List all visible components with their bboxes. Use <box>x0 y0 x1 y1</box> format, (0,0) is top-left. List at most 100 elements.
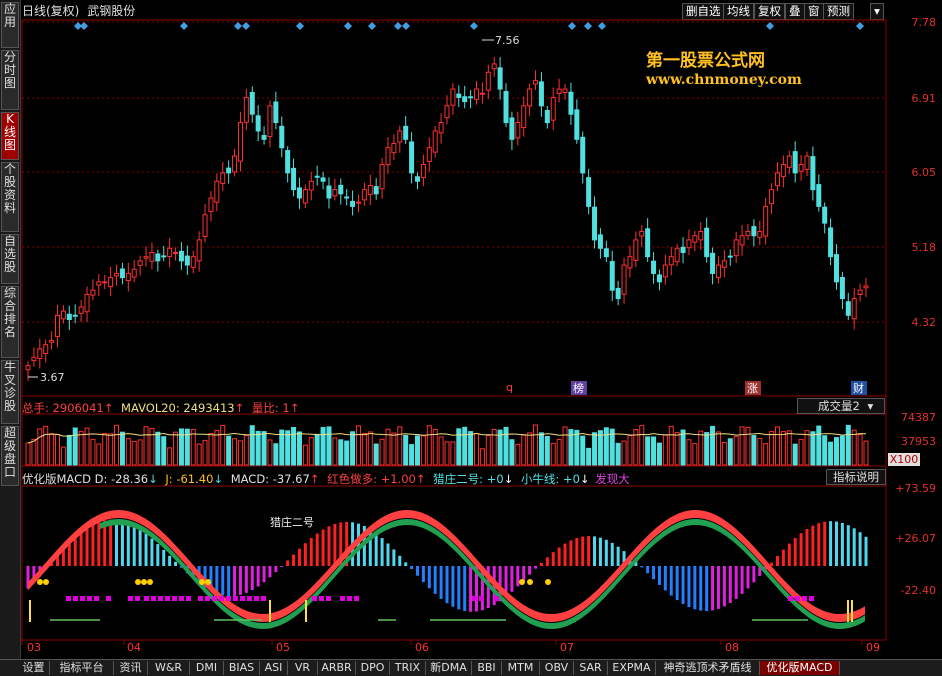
bottom-tab-13[interactable]: MTM <box>502 661 540 675</box>
time-label-06: 06 <box>415 641 429 654</box>
signal-diamond-icon <box>234 22 242 30</box>
bottom-tab-16[interactable]: EXPMA <box>608 661 656 675</box>
signal-diamond-icon <box>394 22 402 30</box>
candle-body <box>414 176 420 182</box>
volume-bar <box>220 424 226 466</box>
volume-bar <box>786 430 792 466</box>
volume-bar <box>745 426 751 466</box>
volume-bar <box>715 431 721 466</box>
event-marker-cai[interactable]: 财 <box>853 381 864 395</box>
event-marker-zhang[interactable]: 涨 <box>747 382 758 395</box>
bottom-tab-11[interactable]: 新DMA <box>426 661 472 675</box>
macd-histogram-bar <box>534 566 538 569</box>
volume-bar <box>178 428 184 466</box>
volume-bar <box>656 442 662 466</box>
macd-histogram-bar <box>864 536 868 566</box>
volume-bar <box>680 429 686 466</box>
candle-body <box>55 314 61 337</box>
signal-dot <box>141 579 147 585</box>
bottom-tab-5[interactable]: BIAS <box>224 661 260 675</box>
signal-diamond-icon <box>402 22 410 30</box>
high-price-label: 7.56 <box>495 34 520 47</box>
event-marker-bang[interactable]: 榜 <box>573 381 584 395</box>
volume-bar <box>727 438 733 466</box>
candle-body <box>43 344 49 355</box>
macd-histogram-bar <box>799 533 803 566</box>
bottom-tab-15[interactable]: SAR <box>574 661 608 675</box>
candle-body <box>314 175 320 178</box>
candle-body <box>704 227 710 258</box>
chevron-down-icon: ▾ <box>867 399 874 413</box>
candle-body <box>863 285 869 289</box>
candle-body <box>426 147 432 162</box>
main-chart-area[interactable]: 7.56 3.67 q 榜 涨 财 猎庄二号 03 04 05 06 07 08… <box>0 0 942 660</box>
volume-bar <box>792 443 798 466</box>
candle-body <box>580 136 586 174</box>
bottom-tab-18[interactable]: 优化版MACD <box>760 661 840 675</box>
candle-body <box>237 122 243 162</box>
candle-body <box>727 255 733 258</box>
bottom-tab-14[interactable]: OBV <box>540 661 574 675</box>
volume-bar <box>60 446 66 466</box>
bottom-tab-10[interactable]: TRIX <box>390 661 426 675</box>
purple-square <box>795 596 800 601</box>
candle-body <box>155 253 161 262</box>
volume-bar <box>733 436 739 466</box>
volume-bar <box>774 426 780 466</box>
bottom-tab-2[interactable]: 资讯 <box>114 661 148 675</box>
purple-square <box>205 596 210 601</box>
bottom-tab-9[interactable]: DPO <box>356 661 390 675</box>
volume-unit-label: X100 <box>888 453 920 466</box>
bottom-tab-3[interactable]: W&R <box>148 661 190 675</box>
bottom-tab-1[interactable]: 指标平台 <box>50 661 114 675</box>
candle-body <box>468 96 474 99</box>
macd-histogram-bar <box>610 542 614 566</box>
macd-histogram-bar <box>557 547 561 566</box>
candle-body <box>232 155 238 173</box>
candle-body <box>550 96 556 121</box>
volume-bar <box>291 427 297 466</box>
bottom-tab-4[interactable]: DMI <box>190 661 224 675</box>
volume-selector[interactable]: 成交量2 ▾ <box>797 398 885 414</box>
candle-body <box>769 189 775 205</box>
macd-histogram-bar <box>286 560 290 566</box>
macd-histogram-bar <box>840 522 844 566</box>
candle-body <box>143 256 149 259</box>
candle-body <box>621 264 627 295</box>
purple-square <box>94 596 99 601</box>
indicator-explain-button[interactable]: 指标说明 <box>826 469 886 485</box>
macd-histogram-bar <box>805 529 809 566</box>
macd-histogram-bar <box>392 549 396 566</box>
macd-histogram-bar <box>227 566 231 597</box>
signal-diamond-icon <box>568 22 576 30</box>
volume-bar <box>420 435 426 466</box>
volume-bar <box>462 426 468 466</box>
volume-bar <box>232 438 238 466</box>
volume-bar <box>562 426 568 466</box>
bottom-tab-8[interactable]: ARBR <box>318 661 356 675</box>
bottom-tab-7[interactable]: VR <box>288 661 318 675</box>
macd-histogram-bar <box>510 566 514 592</box>
candle-body <box>379 163 385 190</box>
candle-body <box>409 141 415 174</box>
bottom-tab-12[interactable]: BBI <box>472 661 502 675</box>
volume-bar <box>603 427 609 466</box>
macd-histogram-bar <box>327 526 331 566</box>
volume-bar <box>509 439 515 466</box>
volume-bar <box>580 435 586 466</box>
candle-body <box>125 272 131 282</box>
volume-bar <box>592 432 598 466</box>
candle-body <box>291 167 297 191</box>
bottom-tab-17[interactable]: 神奇逃顶术矛盾线 <box>656 661 760 675</box>
bottom-tab-6[interactable]: ASI <box>260 661 288 675</box>
time-label-04: 04 <box>127 641 141 654</box>
volume-bar <box>261 431 267 466</box>
bottom-tab-0[interactable]: 设置 <box>18 661 50 675</box>
volume-bar <box>125 438 131 466</box>
event-marker-q[interactable]: q <box>506 381 513 394</box>
candle-body <box>568 91 574 115</box>
candle-body <box>444 105 450 119</box>
candle-body <box>491 63 497 70</box>
macd-histogram-bar <box>740 566 744 594</box>
purple-square <box>340 596 345 601</box>
